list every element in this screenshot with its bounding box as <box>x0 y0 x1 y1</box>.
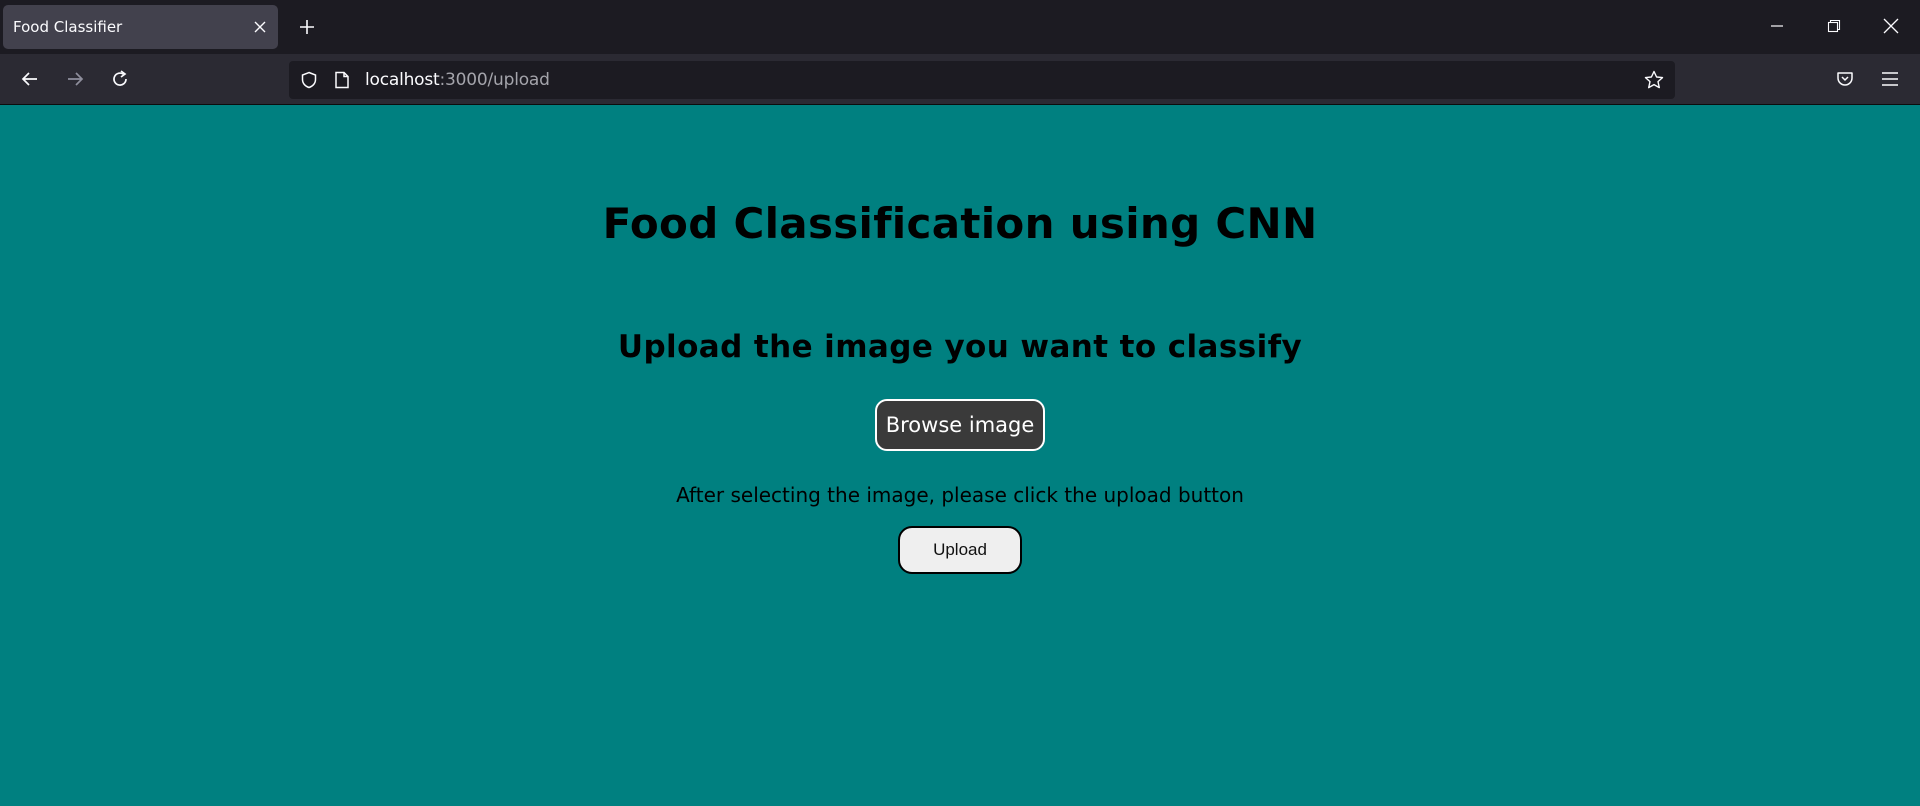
upload-button[interactable]: Upload <box>898 526 1022 574</box>
pocket-icon[interactable] <box>1829 63 1861 95</box>
tab-title: Food Classifier <box>13 18 123 36</box>
forward-arrow-icon[interactable] <box>59 63 91 95</box>
plus-icon[interactable] <box>293 13 321 41</box>
page-content: Food Classification using CNN Upload the… <box>0 105 1920 806</box>
hamburger-menu-icon[interactable] <box>1874 63 1906 95</box>
close-window-icon[interactable] <box>1876 11 1906 41</box>
url-host: localhost <box>365 70 440 90</box>
star-icon[interactable] <box>1644 70 1664 90</box>
shield-icon[interactable] <box>299 70 319 90</box>
url-path: :3000/upload <box>439 70 550 90</box>
minimize-icon[interactable] <box>1762 11 1792 41</box>
restore-icon[interactable] <box>1819 11 1849 41</box>
page-subtitle: Upload the image you want to classify <box>617 329 1303 365</box>
browse-image-button[interactable]: Browse image <box>875 399 1045 451</box>
browser-tab-active[interactable]: Food Classifier <box>3 5 278 49</box>
browser-tab-bar: Food Classifier <box>0 0 1920 54</box>
close-icon[interactable] <box>250 17 270 37</box>
reload-icon[interactable] <box>104 63 136 95</box>
url-text[interactable]: localhost:3000/upload <box>365 61 550 99</box>
address-bar[interactable]: localhost:3000/upload <box>289 61 1675 99</box>
page-title: Food Classification using CNN <box>602 199 1318 248</box>
page-icon[interactable] <box>332 70 352 90</box>
browser-nav-bar: localhost:3000/upload <box>0 54 1920 105</box>
back-arrow-icon[interactable] <box>14 63 46 95</box>
upload-instruction-text: After selecting the image, please click … <box>676 483 1244 507</box>
